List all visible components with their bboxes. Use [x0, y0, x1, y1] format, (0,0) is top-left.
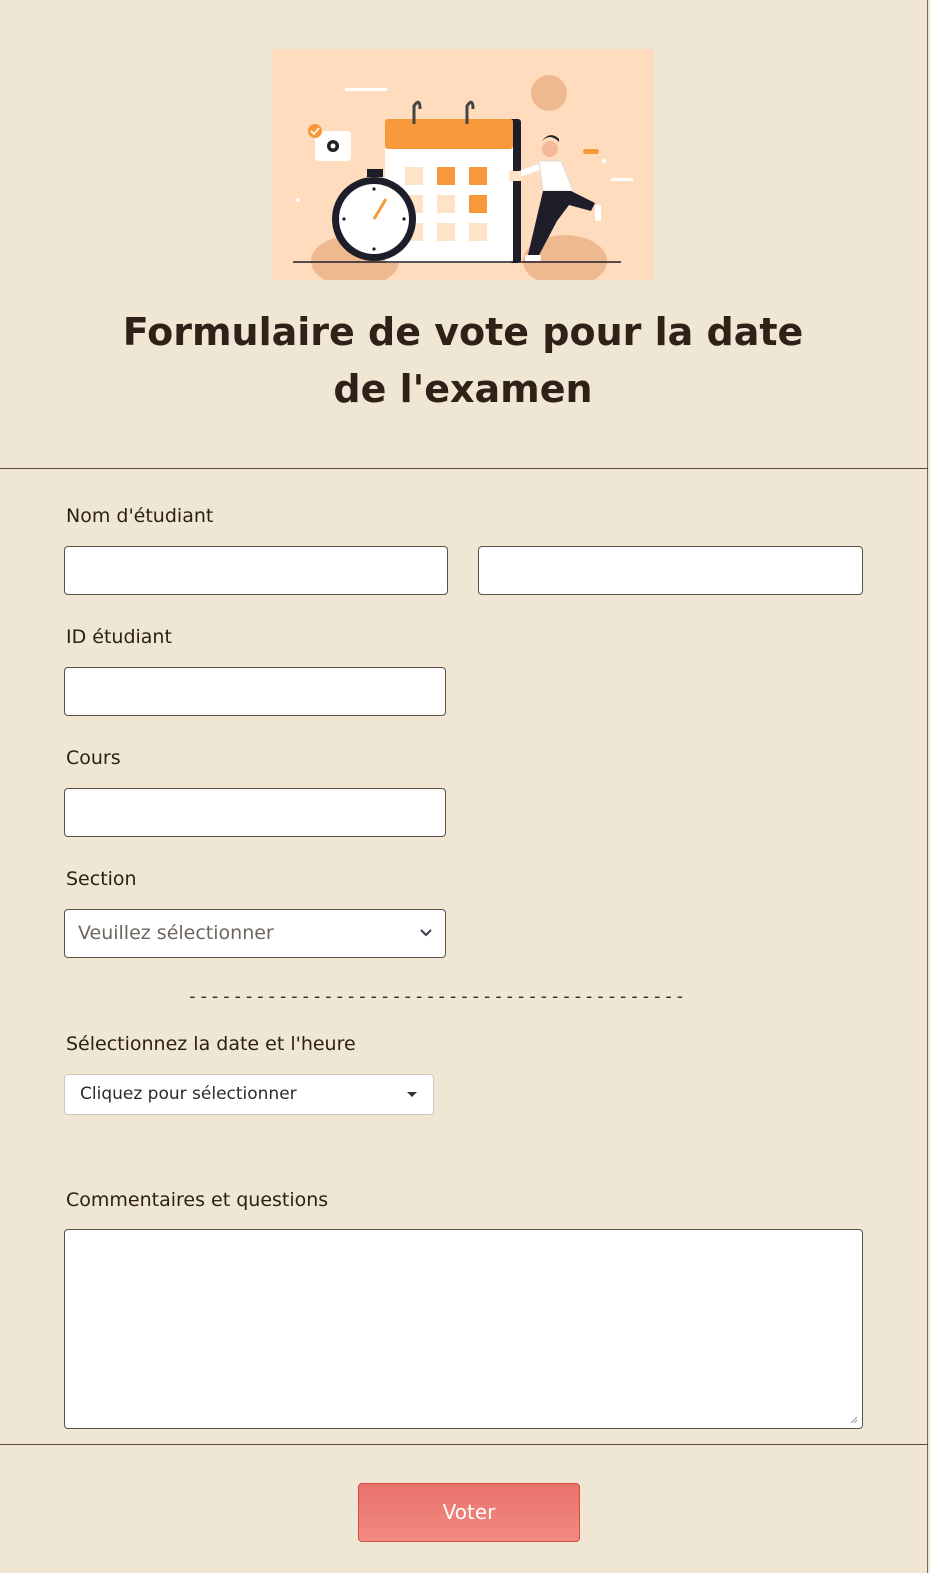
- comments-label: Commentaires et questions: [66, 1189, 329, 1211]
- footer-divider: [0, 1444, 928, 1445]
- form-title: Formulaire de vote pour la date de l'exa…: [122, 310, 804, 411]
- form-header: Formulaire de vote pour la date de l'exa…: [0, 0, 928, 469]
- section-label: Section: [66, 868, 137, 890]
- vote-submit-button[interactable]: Voter: [358, 1483, 580, 1542]
- chevron-down-icon: [420, 929, 432, 937]
- section-divider: ----------------------------------------…: [187, 986, 686, 1007]
- section-select-value: Veuillez sélectionner: [78, 922, 274, 944]
- comments-textarea[interactable]: [64, 1229, 863, 1429]
- student-name-label: Nom d'étudiant: [66, 505, 214, 527]
- form-container: Formulaire de vote pour la date de l'exa…: [0, 0, 928, 1573]
- last-name-input[interactable]: [478, 546, 863, 595]
- first-name-input[interactable]: [64, 546, 448, 595]
- date-time-label: Sélectionnez la date et l'heure: [66, 1033, 356, 1055]
- hero-illustration: [273, 49, 654, 280]
- student-id-input[interactable]: [64, 667, 446, 716]
- resize-grip-icon[interactable]: [848, 1414, 858, 1424]
- calendar-stopwatch-illustration: [293, 75, 633, 280]
- course-input[interactable]: [64, 788, 446, 837]
- student-id-label: ID étudiant: [66, 626, 172, 648]
- date-time-select-value: Cliquez pour sélectionner: [80, 1084, 297, 1104]
- course-label: Cours: [66, 747, 121, 769]
- date-time-select[interactable]: Cliquez pour sélectionner: [64, 1074, 434, 1115]
- section-select[interactable]: Veuillez sélectionner: [64, 909, 446, 958]
- caret-down-icon: [407, 1092, 417, 1097]
